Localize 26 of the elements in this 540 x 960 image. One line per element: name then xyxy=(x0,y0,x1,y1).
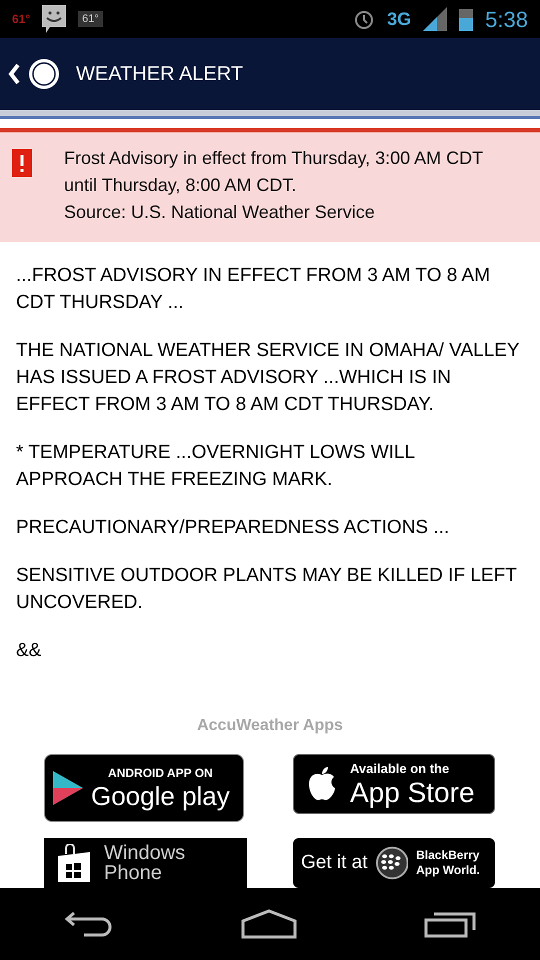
section-title: AccuWeather Apps xyxy=(197,716,343,736)
badge-title: Google play xyxy=(91,783,230,809)
alert-paragraph: PRECAUTIONARY/PREPAREDNESS ACTIONS ... xyxy=(16,516,450,540)
badge-title: Windows xyxy=(104,843,186,863)
badge-title: BlackBerry App World. xyxy=(416,848,481,878)
alert-paragraph: SENSITIVE OUTDOOR PLANTS MAY BE KILLED IF LEFT UNCOVERED. xyxy=(16,564,518,615)
badge-subtitle: Phone xyxy=(104,863,163,883)
alert-paragraph: && xyxy=(16,639,42,663)
badge-title: App Store xyxy=(350,778,475,806)
alert-text: Source: U.S. National Weather Service xyxy=(64,201,376,224)
google-play-badge[interactable]: ANDROID APP ON Google play xyxy=(44,754,244,822)
alert-paragraph: ...FROST ADVISORY IN EFFECT FROM 3 AM TO 8 AM CDT THURSDAY ... xyxy=(16,264,492,315)
badge-caption: Available on the xyxy=(350,762,450,774)
alert-text: Frost Advisory in effect from Thursday, 3:00 AM CDT until Thursday, 8:00 AM CDT. xyxy=(64,147,484,197)
network-type: 3G xyxy=(387,8,412,30)
temperature-indicator: 61° xyxy=(78,10,103,28)
clock: 5:38 xyxy=(485,6,528,34)
app-store-badge[interactable]: Available on the App Store xyxy=(293,754,495,814)
badge-caption: ANDROID APP ON xyxy=(108,767,213,779)
alert-paragraph: * TEMPERATURE ...OVERNIGHT LOWS WILL APPROACH THE FREEZING MARK. xyxy=(16,441,416,492)
alert-paragraph: THE NATIONAL WEATHER SERVICE IN OMAHA/ VALLEY HAS ISSUED A FROST ADVISORY ...WHICH IS IN EFFECT FROM 3 AM TO 8 AM CDT THURSDAY. xyxy=(16,339,520,417)
temperature-indicator: 61° xyxy=(12,11,30,28)
page-title: WEATHER ALERT xyxy=(76,62,244,87)
badge-caption: Get it at xyxy=(301,850,368,875)
windows-phone-badge[interactable]: Windows Phone xyxy=(44,838,247,888)
blackberry-badge[interactable]: Get it at BlackBerry App World. xyxy=(293,838,495,888)
